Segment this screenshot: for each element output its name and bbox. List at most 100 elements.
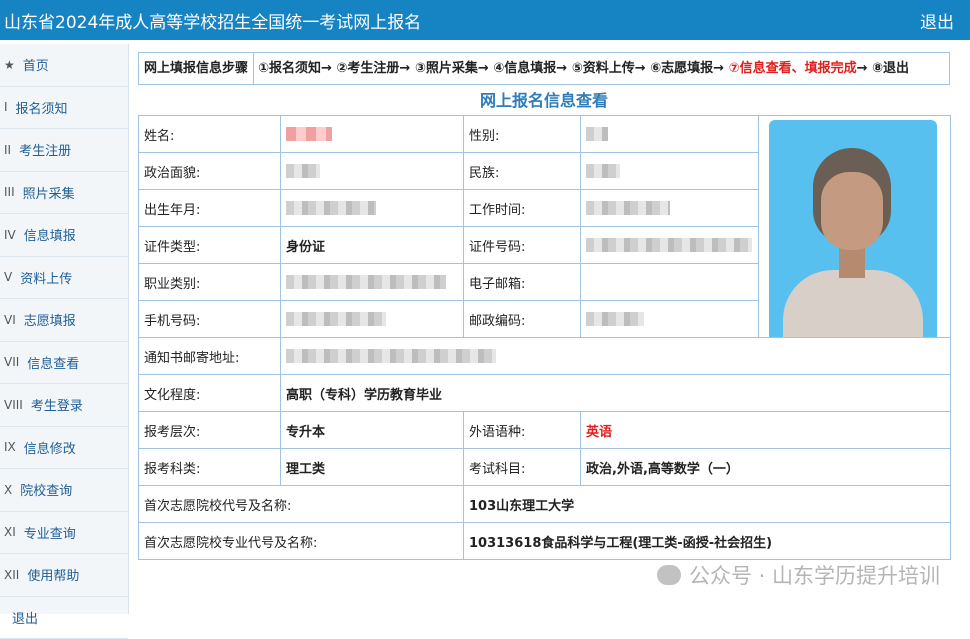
sidebar-nav: ★ 首页 I 报名须知 II 考生注册 III 照片采集 IV 信息填报 V 资料上传 VI… [0,44,129,614]
page-title: 山东省2024年成人高等学校招生全国统一考试网上报名 [4,8,421,33]
star-icon: ★ [4,58,15,72]
redacted-value [286,312,386,326]
redacted-value [286,349,496,363]
sidebar-item-label: 志愿填报 [24,310,76,329]
sidebar-item-number: V [4,270,12,284]
postcode-label: 邮政编码: [464,301,581,338]
sidebar-item-number: III [4,185,15,199]
major-value: 10313618食品科学与工程(理工类-函授-社会招生) [464,523,951,560]
sidebar-item-info-fill[interactable]: IV 信息填报 [0,214,128,257]
political-label: 政治面貌: [139,153,281,190]
photo-body [783,270,923,338]
sidebar-item-label: 资料上传 [20,268,72,287]
education-value: 高职（专科）学历教育毕业 [281,375,951,412]
sidebar-item-label: 考生注册 [19,140,71,159]
category-label: 报考科类: [139,449,281,486]
watermark: 公众号 · 山东学历提升培训 [657,560,940,590]
sidebar-item-number: VIII [4,398,23,412]
top-header-bar: 山东省2024年成人高等学校招生全国统一考试网上报名 退出 [0,0,970,40]
table-row: 报考层次: 专升本 外语语种: 英语 [139,412,951,449]
name-value [281,116,464,153]
sidebar-item-label: 照片采集 [23,183,75,202]
redacted-value [586,127,608,141]
sidebar-item-label: 信息填报 [24,225,76,244]
sidebar-item-label: 退出 [12,608,38,627]
phone-value [281,301,464,338]
table-row: 首次志愿院校代号及名称: 103山东理工大学 [139,486,951,523]
sidebar-item-number: XI [4,525,16,539]
sidebar-item-login[interactable]: VIII 考生登录 [0,384,128,427]
school-label: 首次志愿院校代号及名称: [139,486,464,523]
language-label: 外语语种: [464,412,581,449]
sidebar-item-help[interactable]: XII使用帮助 [0,554,128,597]
idnum-label: 证件号码: [464,227,581,264]
address-label: 通知书邮寄地址: [139,338,281,375]
photo-cell [759,116,951,338]
phone-label: 手机号码: [139,301,281,338]
ethnic-value [581,153,759,190]
sidebar-item-number: IX [4,440,16,454]
subjects-value: 政治,外语,高等数学（一） [581,449,951,486]
sidebar-item-school-query[interactable]: X院校查询 [0,469,128,512]
sidebar-item-label: 首页 [23,55,49,74]
sidebar-item-major-query[interactable]: XI 专业查询 [0,512,128,555]
steps-table: 网上填报信息步骤 ①报名须知→ ②考生注册→ ③照片采集→ ④信息填报→ ⑤资料… [138,52,950,85]
info-table: 姓名: 性别: 政治面貌: 民族: 出生年月: 工作时间: [138,115,951,560]
table-row: 通知书邮寄地址: [139,338,951,375]
sidebar-item-number: IV [4,228,16,242]
sidebar-item-info-view[interactable]: VII 信息查看 [0,342,128,385]
table-row: 首次志愿院校专业代号及名称: 10313618食品科学与工程(理工类-函授-社会… [139,523,951,560]
ethnic-label: 民族: [464,153,581,190]
sidebar-item-label: 信息查看 [27,353,79,372]
sidebar-item-label: 考生登录 [31,395,83,414]
job-value [281,264,464,301]
sidebar-item-number: VI [4,313,16,327]
major-label: 首次志愿院校专业代号及名称: [139,523,464,560]
sidebar-item-modify[interactable]: IX信息修改 [0,427,128,470]
level-value: 专升本 [281,412,464,449]
level-label: 报考层次: [139,412,281,449]
sidebar-item-photo[interactable]: III 照片采集 [0,172,128,215]
applicant-photo [769,120,937,338]
sidebar-item-upload[interactable]: V 资料上传 [0,257,128,300]
steps-current: ⑦信息查看、填报完成 [729,61,857,76]
sidebar-item-number: II [4,143,11,157]
idnum-value [581,227,759,264]
sidebar-item-home[interactable]: ★ 首页 [0,44,128,87]
steps-tail: → ⑧退出 [857,61,909,76]
email-label: 电子邮箱: [464,264,581,301]
steps-flow: ①报名须知→ ②考生注册→ ③照片采集→ ④信息填报→ ⑤资料上传→ ⑥志愿填报… [254,53,950,85]
sidebar-item-label: 使用帮助 [27,565,79,584]
gender-label: 性别: [464,116,581,153]
worktime-value [581,190,759,227]
name-label: 姓名: [139,116,281,153]
email-value [581,264,759,301]
logout-link[interactable]: 退出 [920,8,954,33]
sidebar-item-label: 报名须知 [16,98,68,117]
sidebar-item-notice[interactable]: I 报名须知 [0,87,128,130]
section-title: 网上报名信息查看 [138,85,950,115]
sidebar-item-number: VII [4,355,19,369]
address-value [281,338,951,375]
sidebar-item-exit[interactable]: 退出 [0,597,128,639]
wechat-icon [657,565,681,585]
birth-value [281,190,464,227]
sidebar-item-volunteer[interactable]: VI 志愿填报 [0,299,128,342]
school-value: 103山东理工大学 [464,486,951,523]
redacted-value [286,275,446,289]
redacted-value [586,238,752,252]
category-value: 理工类 [281,449,464,486]
sidebar-item-label: 专业查询 [24,523,76,542]
job-label: 职业类别: [139,264,281,301]
education-label: 文化程度: [139,375,281,412]
sidebar-item-number: I [4,100,8,114]
subjects-label: 考试科目: [464,449,581,486]
redacted-value [286,201,376,215]
worktime-label: 工作时间: [464,190,581,227]
redacted-value [286,164,320,178]
table-row: 姓名: 性别: [139,116,951,153]
language-value: 英语 [581,412,951,449]
sidebar-item-register[interactable]: II 考生注册 [0,129,128,172]
redacted-value [586,201,670,215]
table-row: 报考科类: 理工类 考试科目: 政治,外语,高等数学（一） [139,449,951,486]
